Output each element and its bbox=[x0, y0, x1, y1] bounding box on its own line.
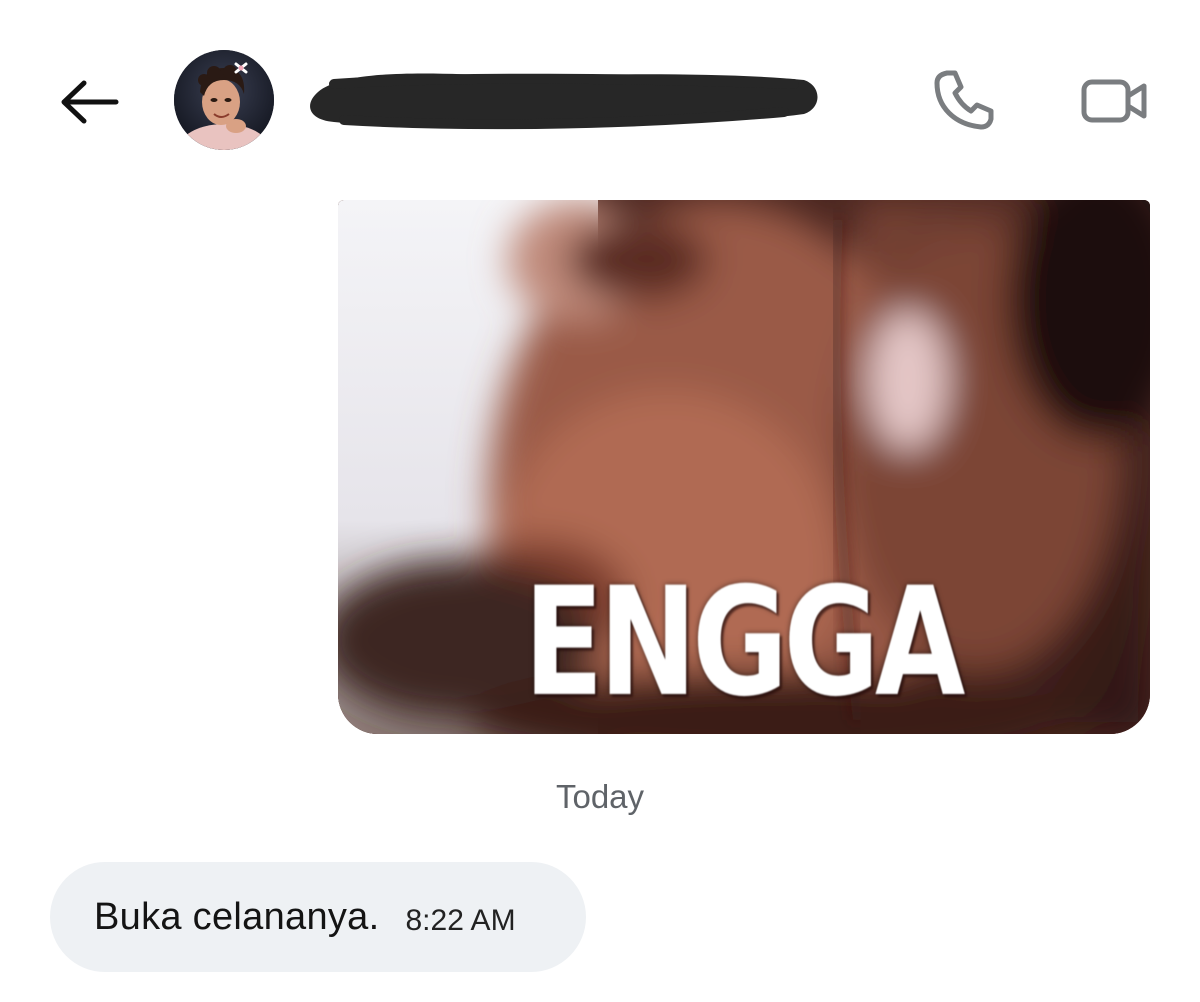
voice-call-button[interactable] bbox=[924, 62, 1004, 138]
chat-screen: ENGGA Today Buka celananya. 8:22 AM bbox=[0, 0, 1200, 1002]
video-call-button[interactable] bbox=[1070, 66, 1160, 136]
contact-avatar[interactable] bbox=[174, 50, 274, 150]
message-text: Buka celananya. bbox=[94, 895, 380, 938]
contact-name-redacted[interactable] bbox=[300, 58, 830, 140]
avatar-photo bbox=[174, 50, 274, 150]
redaction-scribble bbox=[310, 73, 818, 130]
date-separator: Today bbox=[555, 778, 645, 815]
back-button[interactable] bbox=[52, 70, 128, 134]
incoming-message-bubble[interactable]: Buka celananya. 8:22 AM bbox=[50, 862, 586, 972]
phone-icon bbox=[934, 70, 994, 130]
arrow-left-icon bbox=[61, 80, 119, 124]
message-timestamp: 8:22 AM bbox=[405, 904, 516, 937]
chat-header bbox=[0, 0, 1200, 190]
meme-caption: ENGGA bbox=[523, 556, 966, 730]
image-message[interactable]: ENGGA bbox=[338, 200, 1150, 734]
video-camera-icon bbox=[1081, 79, 1147, 123]
